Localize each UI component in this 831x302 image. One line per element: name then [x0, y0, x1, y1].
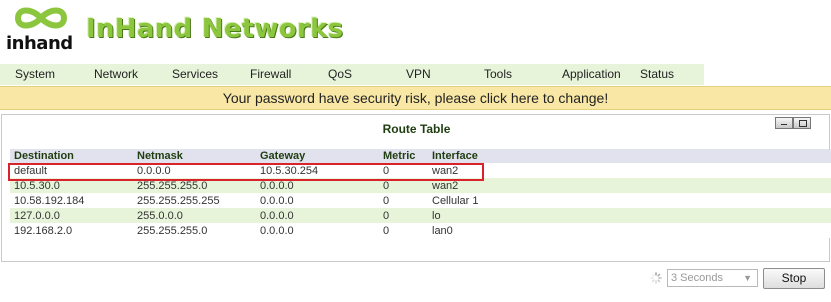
- header: inhand InHand Networks: [0, 0, 831, 63]
- main-nav: System Network Services Firewall QoS VPN…: [0, 64, 704, 85]
- column-header: Netmask: [133, 149, 256, 163]
- route-table: Destination Netmask Gateway Metric Inter…: [10, 149, 831, 238]
- table-cell: 10.58.192.184: [10, 193, 133, 208]
- table-cell: 0.0.0.0: [256, 208, 379, 223]
- table-cell: 127.0.0.0: [10, 208, 133, 223]
- table-cell: 255.0.0.0: [133, 208, 256, 223]
- column-header: Interface: [428, 149, 831, 163]
- table-cell: 192.168.2.0: [10, 223, 133, 238]
- brand-name: InHand Networks: [86, 14, 344, 44]
- table-cell: 255.255.255.0: [133, 223, 256, 238]
- minimize-icon[interactable]: [775, 117, 793, 129]
- logo-text: inhand: [6, 33, 73, 54]
- table-cell: wan2: [428, 178, 831, 193]
- nav-firewall[interactable]: Firewall: [250, 64, 328, 85]
- window-controls: [775, 117, 811, 129]
- table-row: default 0.0.0.0 10.5.30.254 0 wan2: [10, 163, 831, 178]
- nav-vpn[interactable]: VPN: [406, 64, 484, 85]
- table-header-row: Destination Netmask Gateway Metric Inter…: [10, 149, 831, 163]
- loading-spinner-icon: [650, 272, 662, 284]
- table-cell: default: [10, 163, 133, 178]
- table-cell: 0.0.0.0: [256, 223, 379, 238]
- table-row: 192.168.2.0 255.255.255.0 0.0.0.0 0 lan0: [10, 223, 831, 238]
- refresh-interval-value: 3 Seconds: [671, 272, 723, 284]
- table-cell: Cellular 1: [428, 193, 831, 208]
- table-cell: 10.5.30.0: [10, 178, 133, 193]
- column-header: Destination: [10, 149, 133, 163]
- refresh-interval-select[interactable]: 3 Seconds ▼: [667, 269, 758, 287]
- inhand-logo: inhand: [6, 5, 74, 57]
- table-cell: 255.255.255.0: [133, 178, 256, 193]
- nav-system[interactable]: System: [0, 64, 94, 85]
- infinity-logo-icon: [14, 7, 68, 29]
- table-cell: 0: [379, 223, 428, 238]
- table-cell: 10.5.30.254: [256, 163, 379, 178]
- table-row: 10.58.192.184 255.255.255.255 0.0.0.0 0 …: [10, 193, 831, 208]
- table-cell: 0.0.0.0: [256, 178, 379, 193]
- route-table-panel: Route Table Destination Netmask Gateway …: [1, 114, 831, 262]
- maximize-icon[interactable]: [793, 117, 811, 129]
- stop-button[interactable]: Stop: [763, 268, 825, 289]
- chevron-down-icon: ▼: [743, 273, 752, 283]
- panel-title: Route Table: [382, 122, 451, 136]
- nav-tools[interactable]: Tools: [484, 64, 562, 85]
- security-warning-banner[interactable]: Your password have security risk, please…: [0, 86, 831, 110]
- table-cell: 0: [379, 178, 428, 193]
- table-row: 10.5.30.0 255.255.255.0 0.0.0.0 0 wan2: [10, 178, 831, 193]
- table-cell: wan2: [428, 163, 831, 178]
- table-cell: 0: [379, 208, 428, 223]
- column-header: Gateway: [256, 149, 379, 163]
- nav-network[interactable]: Network: [94, 64, 172, 85]
- nav-application[interactable]: Application: [562, 64, 640, 85]
- column-header: Metric: [379, 149, 428, 163]
- table-cell: lo: [428, 208, 831, 223]
- nav-qos[interactable]: QoS: [328, 64, 406, 85]
- table-cell: 0.0.0.0: [133, 163, 256, 178]
- table-cell: lan0: [428, 223, 831, 238]
- table-cell: 0: [379, 193, 428, 208]
- table-row: 127.0.0.0 255.0.0.0 0.0.0.0 0 lo: [10, 208, 831, 223]
- nav-status[interactable]: Status: [640, 64, 704, 85]
- table-cell: 0: [379, 163, 428, 178]
- table-cell: 0.0.0.0: [256, 193, 379, 208]
- nav-services[interactable]: Services: [172, 64, 250, 85]
- table-cell: 255.255.255.255: [133, 193, 256, 208]
